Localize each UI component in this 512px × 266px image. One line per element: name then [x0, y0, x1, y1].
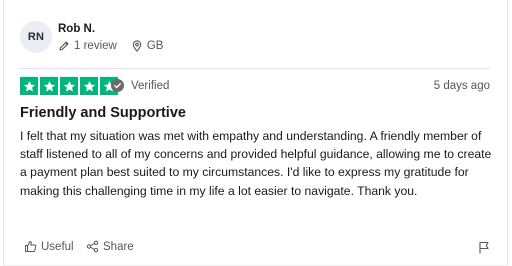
- star-icon: [40, 77, 58, 95]
- avatar[interactable]: RN: [20, 21, 52, 53]
- verified-label: Verified: [131, 79, 170, 92]
- share-label: Share: [103, 240, 134, 253]
- reviewer-country: GB: [146, 40, 164, 52]
- useful-label: Useful: [41, 240, 74, 253]
- card-border-right: [507, 0, 508, 266]
- star-icon: [20, 77, 38, 95]
- share-button[interactable]: Share: [86, 240, 134, 253]
- useful-button[interactable]: Useful: [24, 240, 74, 253]
- review-date: 5 days ago: [433, 80, 490, 92]
- review-count: 1 review: [74, 40, 117, 52]
- review-title[interactable]: Friendly and Supportive: [20, 105, 186, 121]
- verified-check-icon: [111, 79, 124, 92]
- header-divider: [20, 68, 491, 69]
- review-body: I felt that my situation was met with em…: [20, 129, 492, 198]
- location-pin-icon: [131, 40, 143, 52]
- pencil-icon: [58, 40, 70, 52]
- reviewer-meta: 1 review GB: [58, 40, 163, 52]
- thumbs-up-icon: [24, 240, 37, 253]
- star-icon: [80, 77, 98, 95]
- flag-icon[interactable]: [478, 241, 490, 254]
- card-border-left: [3, 0, 4, 266]
- star-icon: [60, 77, 78, 95]
- star-rating: [20, 77, 118, 95]
- review-card: RN Rob N. 1 review GB Verified 5 days ag…: [0, 0, 512, 266]
- share-icon: [86, 240, 99, 253]
- reviewer-name[interactable]: Rob N.: [58, 23, 95, 35]
- verified-badge[interactable]: Verified: [111, 79, 169, 92]
- review-actions: Useful Share: [20, 240, 492, 256]
